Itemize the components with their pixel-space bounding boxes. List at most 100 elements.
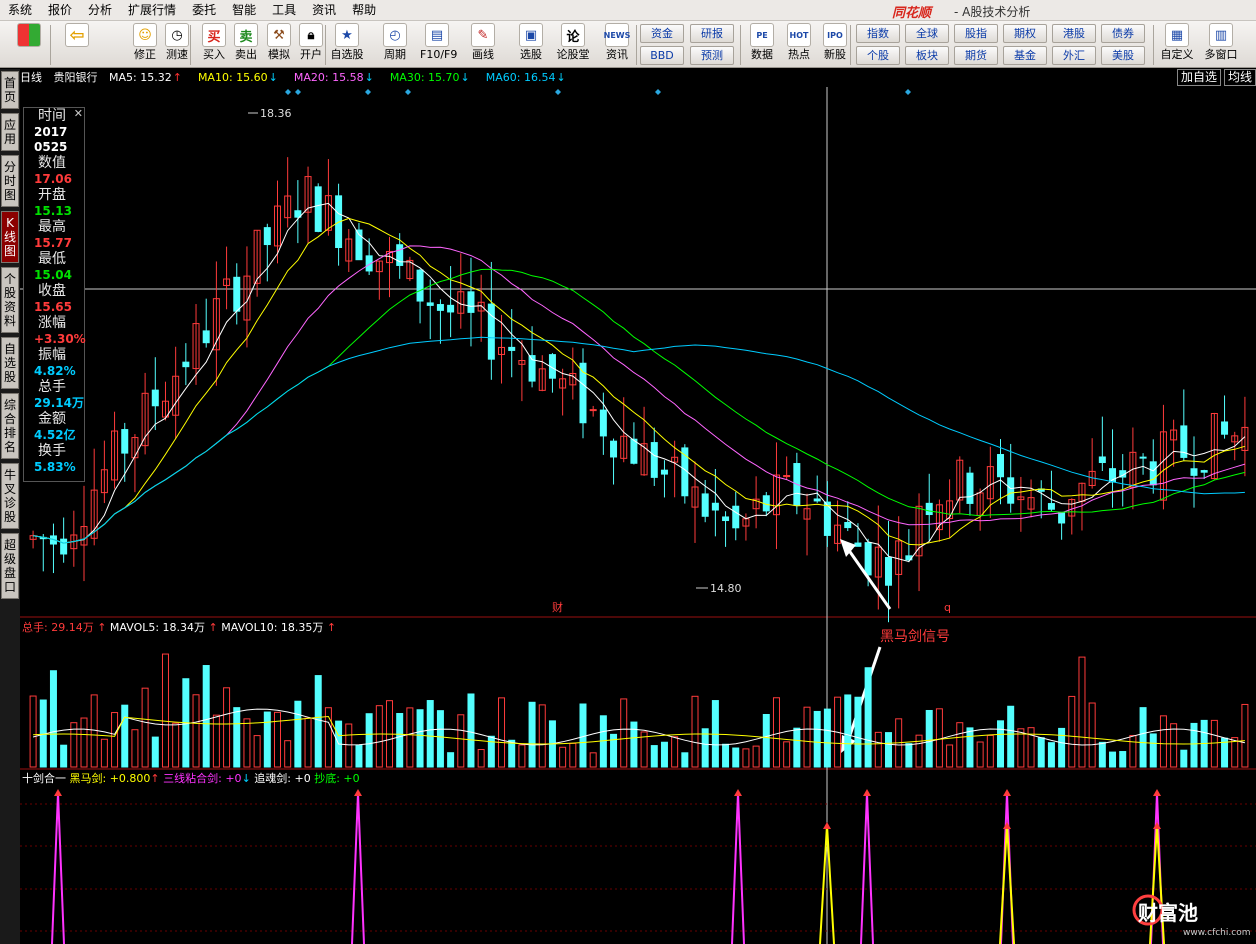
monitor-button[interactable]: ▣ 选股: [514, 23, 548, 66]
lock-button[interactable]: 🔒︎ 开户: [294, 23, 328, 66]
toolbar-label: 多窗口: [1204, 48, 1238, 61]
volume-bar: [263, 711, 271, 768]
candle-body: [732, 505, 740, 529]
left-tab-3[interactable]: K线图: [1, 211, 19, 263]
left-tab-0[interactable]: 首页: [1, 71, 19, 109]
multi-window-button[interactable]: ▥ 多窗口: [1204, 23, 1238, 66]
market-button[interactable]: 股指: [954, 24, 998, 43]
menu-item-3[interactable]: 扩展行情: [120, 0, 184, 21]
candle-body: [844, 522, 852, 529]
menu-item-6[interactable]: 工具: [264, 0, 304, 21]
toolbar-label: 修正: [134, 48, 156, 61]
quick-button[interactable]: BBD: [640, 46, 684, 65]
volume-bar: [100, 738, 108, 768]
indicator-label: 三线粘合剑: +0: [163, 771, 241, 785]
market-button[interactable]: 全球: [905, 24, 949, 43]
menu-item-7[interactable]: 资讯: [304, 0, 344, 21]
left-tab-7[interactable]: 牛叉诊股: [1, 463, 19, 529]
market-button[interactable]: 指数: [856, 24, 900, 43]
ipo-button[interactable]: IPO 新股: [818, 23, 852, 66]
star-icon: ★: [335, 23, 359, 47]
windows-button[interactable]: [12, 23, 46, 66]
market-button[interactable]: 外汇: [1052, 46, 1096, 65]
volume-bar: [966, 727, 974, 768]
kline-chart[interactable]: 18.36 14.80 财 q 黑马剑信号 总手: 29.14万 ↑ MAVOL5: 18…: [20, 69, 1256, 944]
speed-test-button[interactable]: ◷ 测速: [160, 23, 194, 66]
menu-item-2[interactable]: 分析: [80, 0, 120, 21]
volume-bar: [793, 727, 801, 768]
clock-button[interactable]: ◴ 周期: [378, 23, 412, 66]
buy-button[interactable]: 买买入: [197, 23, 231, 66]
indicator-label: 追魂剑: +0: [254, 771, 310, 785]
volume-bar: [772, 697, 780, 768]
volume-bar: [620, 698, 628, 768]
back-arrow-button[interactable]: ⇦: [60, 23, 94, 66]
hammer-button[interactable]: ⚒ 模拟: [262, 23, 296, 66]
pen-button[interactable]: ✎ 画线: [466, 23, 500, 66]
market-button[interactable]: 港股: [1052, 24, 1096, 43]
candle-body: [813, 498, 821, 502]
quick-button[interactable]: 资金: [640, 24, 684, 43]
left-tab-6[interactable]: 综合排名: [1, 393, 19, 459]
star-button[interactable]: ★ 自选股: [330, 23, 364, 66]
hot-icon: HOT: [787, 23, 811, 47]
volume-bar: [884, 732, 892, 768]
ipo-icon: IPO: [823, 23, 847, 47]
left-tab-5[interactable]: 自选股: [1, 337, 19, 389]
sell-button[interactable]: 卖卖出: [229, 23, 263, 66]
menu-item-5[interactable]: 智能: [224, 0, 264, 21]
app-subtitle: - A股技术分析: [954, 5, 1031, 19]
pe-button[interactable]: PE 数据: [745, 23, 779, 66]
volume-bar: [29, 695, 37, 768]
candle-body: [599, 409, 607, 437]
left-tab-2[interactable]: 分时图: [1, 155, 19, 207]
candle-body: [1139, 456, 1147, 459]
volume-bar: [243, 718, 251, 768]
market-button[interactable]: 板块: [905, 46, 949, 65]
hot-button[interactable]: HOT 热点: [782, 23, 816, 66]
forum-button[interactable]: 论论股堂: [556, 23, 590, 66]
market-button[interactable]: 个股: [856, 46, 900, 65]
left-tab-4[interactable]: 个股资料: [1, 267, 19, 333]
volume-bar: [732, 747, 740, 768]
menu-item-4[interactable]: 委托: [184, 0, 224, 21]
market-button[interactable]: 期权: [1003, 24, 1047, 43]
volume-bar: [579, 703, 587, 768]
quick-button[interactable]: 研报: [690, 24, 734, 43]
news-button[interactable]: NEWS 资讯: [600, 23, 634, 66]
revise-button[interactable]: ☺ 修正: [128, 23, 162, 66]
candle-body: [630, 438, 638, 464]
volume-bar: [172, 722, 180, 768]
left-tab-8[interactable]: 超级盘口: [1, 533, 19, 599]
candle-body: [487, 303, 495, 360]
volume-bar: [1210, 719, 1218, 768]
market-button[interactable]: 期货: [954, 46, 998, 65]
volume-bar: [1088, 702, 1096, 768]
volume-bar: [823, 708, 831, 768]
volume-bar: [212, 714, 220, 768]
custom-button[interactable]: ▦ 自定义: [1160, 23, 1194, 66]
monitor-icon: ▣: [519, 23, 543, 47]
quick-button[interactable]: 预测: [690, 46, 734, 65]
f10-button[interactable]: ▤ F10/F9: [420, 23, 457, 66]
menu-item-1[interactable]: 报价: [40, 0, 80, 21]
toolbar-label: 模拟: [268, 48, 290, 61]
volume-bar: [1159, 715, 1167, 768]
volume-bar: [915, 734, 923, 768]
left-tab-1[interactable]: 应用: [1, 113, 19, 151]
close-icon[interactable]: ✕: [74, 107, 83, 120]
ma10-line: [33, 217, 1246, 546]
info-value: 4.82%: [34, 364, 76, 378]
indicator-label: 黑马剑: +0.800: [70, 771, 151, 785]
up-arrow-icon: [823, 822, 831, 829]
market-button[interactable]: 基金: [1003, 46, 1047, 65]
info-value: 0525: [34, 140, 68, 154]
volume-bar: [1058, 727, 1066, 768]
market-button[interactable]: 美股: [1101, 46, 1145, 65]
menu-item-0[interactable]: 系统: [0, 0, 40, 21]
toolbar-label: 热点: [788, 48, 810, 61]
market-button[interactable]: 债券: [1101, 24, 1145, 43]
menu-item-8[interactable]: 帮助: [344, 0, 384, 21]
volume-bar: [864, 667, 872, 768]
toolbar-label: 买入: [203, 48, 225, 61]
